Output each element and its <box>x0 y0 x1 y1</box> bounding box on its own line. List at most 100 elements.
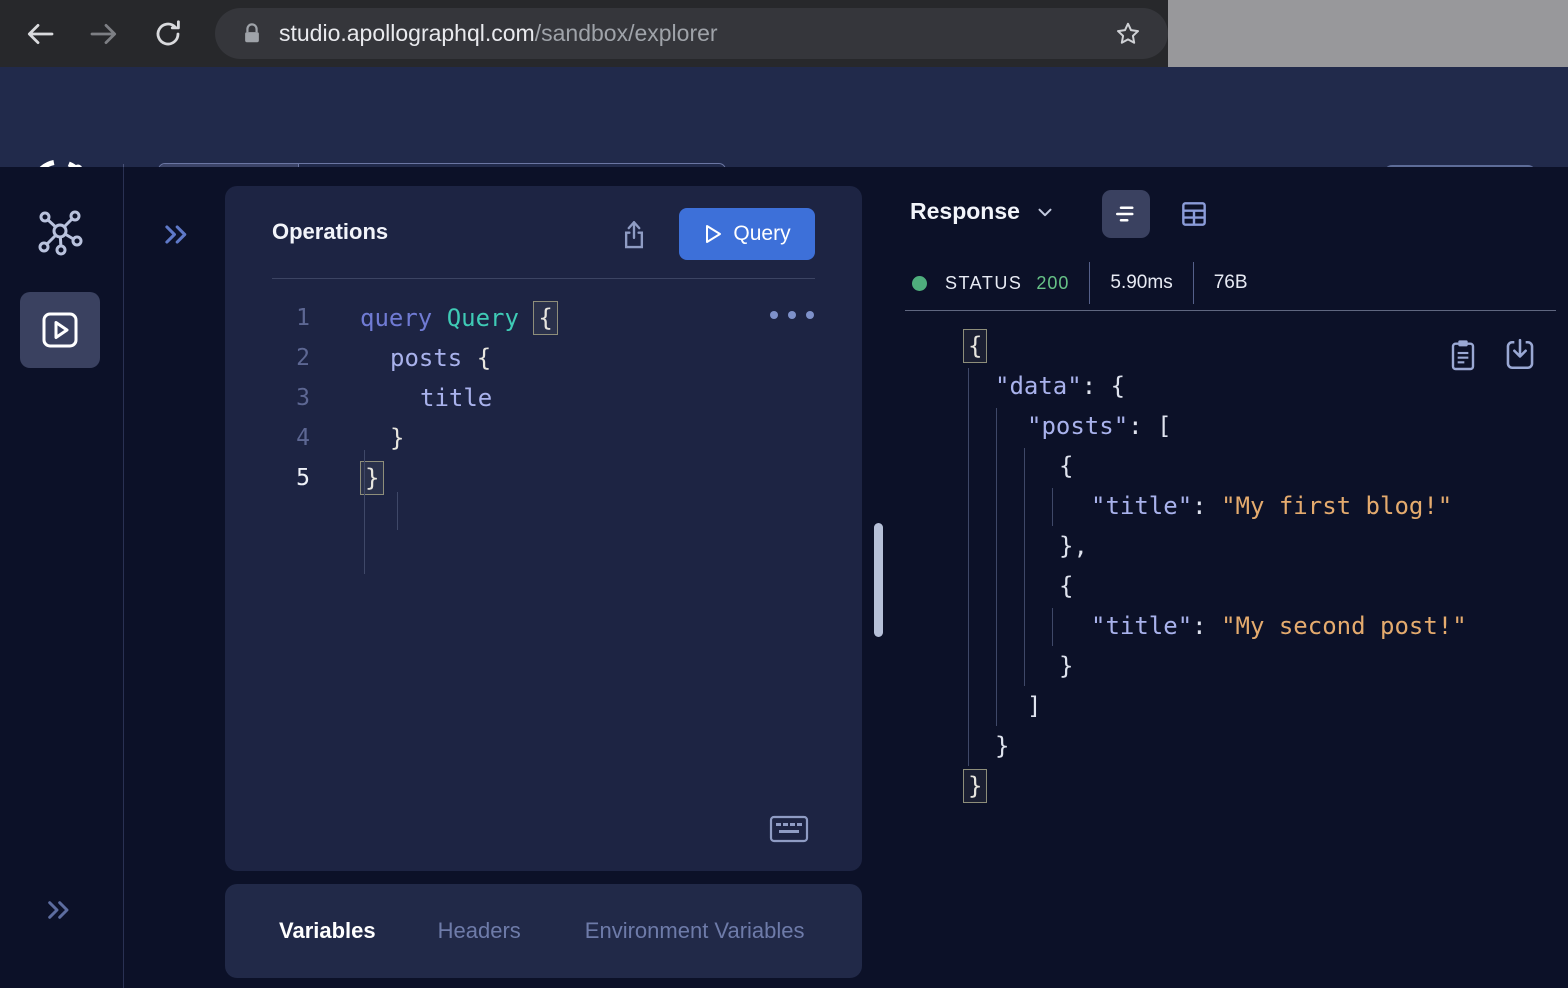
browser-forward-button[interactable] <box>87 17 121 51</box>
response-title: Response <box>910 198 1020 225</box>
response-view-table-toggle[interactable] <box>1176 196 1212 232</box>
browser-toolbar: studio.apollographql.com/sandbox/explore… <box>0 0 1568 67</box>
status-divider <box>1193 262 1194 304</box>
lock-icon <box>241 21 263 47</box>
run-query-button[interactable]: Query <box>679 208 815 260</box>
response-status-row: STATUS 200 5.90ms 76B <box>912 261 1248 305</box>
share-icon <box>618 217 650 251</box>
status-code: 200 <box>1036 273 1069 294</box>
double-chevron-right-icon <box>160 218 193 251</box>
editor-line: 5 } <box>225 458 862 498</box>
sidebar-item-schema[interactable] <box>36 209 84 257</box>
response-dropdown[interactable]: Response <box>910 198 1056 225</box>
workspace: Operations Query 1 query Query { 2 posts… <box>0 167 1568 988</box>
download-icon <box>1503 337 1537 373</box>
response-view-formatted-toggle[interactable] <box>1102 190 1150 238</box>
line-number: 4 <box>225 425 310 451</box>
matched-bracket: { <box>963 329 987 364</box>
code-text: posts { <box>360 344 491 372</box>
response-size: 76B <box>1214 272 1248 294</box>
editor-line: 2 posts { <box>225 338 862 378</box>
json-line: "title": "My second post!" <box>886 606 1568 646</box>
json-line: { <box>886 566 1568 606</box>
status-label: STATUS <box>945 273 1022 294</box>
matched-bracket: { <box>533 301 557 336</box>
graphql-query-editor[interactable]: 1 query Query { 2 posts { 3 title 4 } 5 <box>225 298 862 871</box>
run-query-label: Query <box>733 222 790 246</box>
status-dot <box>912 276 927 291</box>
panel-resize-handle[interactable] <box>874 523 883 637</box>
browser-address-bar[interactable]: studio.apollographql.com/sandbox/explore… <box>215 8 1168 59</box>
explorer-play-icon <box>38 308 82 352</box>
code-text: } <box>360 424 404 452</box>
indent-guide <box>968 368 969 766</box>
dot <box>788 311 796 319</box>
indent-guide <box>364 450 365 574</box>
indent-guide <box>1052 488 1053 526</box>
double-chevron-right-icon <box>43 894 75 926</box>
response-json-viewer: { "data": { "posts": [ { "title": "My fi… <box>886 326 1568 988</box>
play-outline-icon <box>703 223 723 245</box>
editor-line: 3 title <box>225 378 862 418</box>
tab-headers[interactable]: Headers <box>438 918 521 944</box>
url-host: studio.apollographql.com <box>279 20 535 46</box>
browser-back-button[interactable] <box>23 17 57 51</box>
sidebar-divider <box>123 167 124 988</box>
line-number: 1 <box>225 305 310 331</box>
clipboard-icon <box>1447 337 1479 373</box>
reload-icon <box>152 18 184 50</box>
sidebar-item-explorer-active[interactable] <box>20 292 100 368</box>
forward-arrow-icon <box>88 18 120 50</box>
json-line: }, <box>886 526 1568 566</box>
indent-guide <box>1052 608 1053 646</box>
keyboard-shortcuts-button[interactable] <box>769 815 809 843</box>
editor-line: 4 } <box>225 418 862 458</box>
copy-response-button[interactable] <box>1447 337 1479 373</box>
json-line: "posts": [ <box>886 406 1568 446</box>
json-line: "title": "My first blog!" <box>886 486 1568 526</box>
bookmark-star-icon[interactable] <box>1114 20 1142 48</box>
json-line: ] <box>886 686 1568 726</box>
code-text: query Query { <box>360 301 558 336</box>
chevron-down-icon <box>1034 201 1056 223</box>
dot <box>806 311 814 319</box>
response-duration: 5.90ms <box>1110 272 1172 294</box>
sidebar-expand-button[interactable] <box>43 894 75 926</box>
desktop-background-strip <box>1168 0 1568 67</box>
formatted-text-icon <box>1111 199 1141 229</box>
apollo-studio-screen: studio.apollographql.com/sandbox/explore… <box>0 0 1568 988</box>
back-arrow-icon <box>24 18 56 50</box>
share-operation-button[interactable] <box>618 217 650 251</box>
code-text: title <box>360 384 492 412</box>
graph-schema-icon <box>36 209 84 257</box>
editor-line: 1 query Query { <box>225 298 862 338</box>
indent-guide <box>996 408 997 726</box>
line-number: 2 <box>225 345 310 371</box>
line-number-active: 5 <box>225 465 310 491</box>
browser-reload-button[interactable] <box>151 17 185 51</box>
studio-header: A SANDBOX http://localhost:3000/api/grap… <box>0 67 1568 167</box>
collapse-documentation-button[interactable] <box>160 218 193 251</box>
dot <box>770 311 778 319</box>
operations-title: Operations <box>272 219 388 245</box>
matched-bracket: } <box>963 769 987 804</box>
line-number: 3 <box>225 385 310 411</box>
response-header-divider <box>905 310 1556 311</box>
url-text: studio.apollographql.com/sandbox/explore… <box>279 20 1114 47</box>
response-panel: Response STATUS 200 5.90ms 76B <box>886 167 1568 988</box>
json-line: } <box>886 726 1568 766</box>
download-response-button[interactable] <box>1503 337 1537 373</box>
operation-options-menu[interactable] <box>770 311 814 319</box>
status-divider <box>1089 262 1090 304</box>
json-line: } <box>886 766 1568 806</box>
keyboard-icon <box>769 815 809 843</box>
tab-environment-variables[interactable]: Environment Variables <box>585 918 805 944</box>
json-line: } <box>886 646 1568 686</box>
json-line: { <box>886 446 1568 486</box>
indent-guide <box>397 492 398 530</box>
url-path: /sandbox/explorer <box>535 20 718 46</box>
operations-header-divider <box>272 278 815 279</box>
table-grid-icon <box>1178 198 1210 230</box>
variables-headers-panel: Variables Headers Environment Variables <box>225 884 862 978</box>
tab-variables[interactable]: Variables <box>279 918 376 944</box>
